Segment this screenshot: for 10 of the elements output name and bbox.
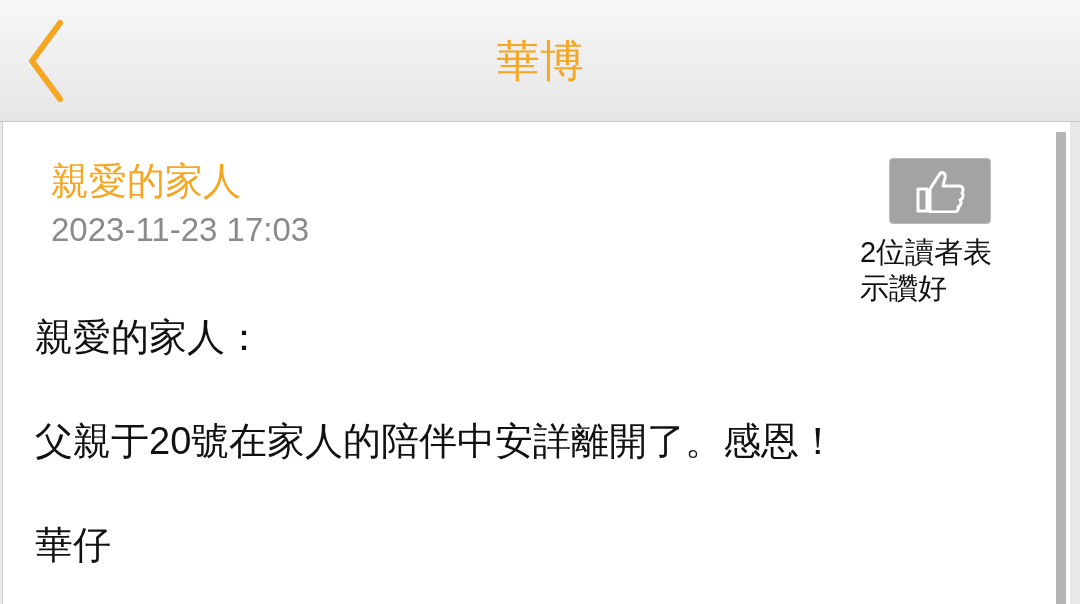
body-paragraph: 親愛的家人： — [35, 315, 264, 360]
post-title: 親愛的家人 — [51, 159, 242, 204]
like-button[interactable] — [889, 158, 991, 224]
page-title: 華博 — [496, 34, 584, 87]
post-date: 2023-11-23 17:03 — [51, 210, 310, 250]
thumbs-up-icon — [915, 169, 965, 213]
like-count-text: 2位讀者表示讚好 — [860, 235, 994, 306]
body-paragraph: 父親于20號在家人的陪伴中安詳離開了。感恩！ — [35, 419, 839, 464]
body-paragraph: 華仔 — [35, 523, 112, 568]
chevron-left-icon — [26, 18, 66, 103]
